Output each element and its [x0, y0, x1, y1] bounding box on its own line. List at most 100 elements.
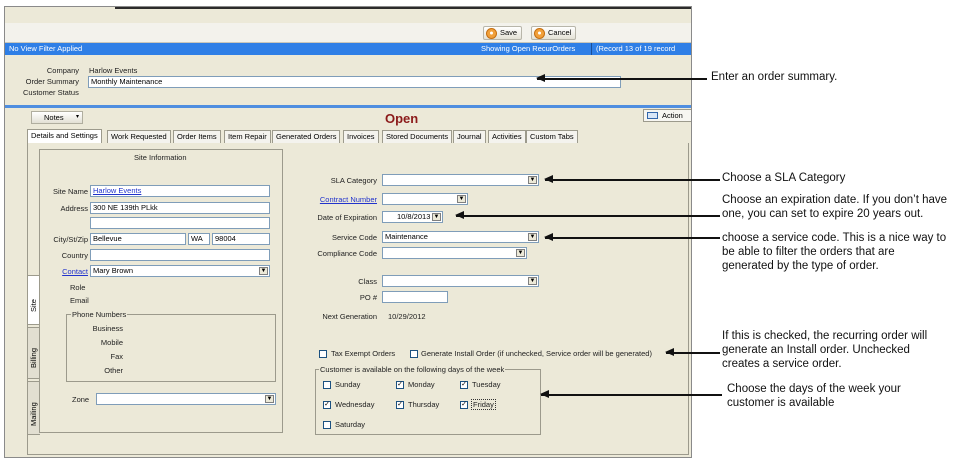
saturday-checkbox[interactable]	[323, 421, 331, 429]
note-install-1: If this is checked, the recurring order …	[722, 330, 928, 342]
contact-select[interactable]: Mary Brown ▼	[90, 265, 270, 277]
zip-field[interactable]: 98004	[212, 233, 270, 245]
toolbar: ● Save ● Cancel	[5, 23, 691, 43]
chevron-down-icon: ▼	[528, 233, 537, 241]
site-name-field[interactable]: Harlow Events	[90, 185, 270, 197]
address-label: Address	[60, 204, 88, 213]
address-line1-field[interactable]: 300 NE 139th PLkk	[90, 202, 270, 214]
action-icon	[647, 112, 658, 119]
note-service-3: generated by the type of order.	[722, 260, 879, 272]
contact-link[interactable]: Contact	[40, 267, 88, 276]
zone-select[interactable]: ▼	[96, 393, 276, 405]
note-expiration-2: one, you can set to expire 20 years out.	[722, 208, 924, 220]
country-label: Country	[61, 251, 88, 260]
email-label: Email	[70, 296, 89, 305]
note-expiration-1: Choose an expiration date. If you don’t …	[722, 194, 948, 206]
tab-details-and-settings[interactable]: Details and Settings	[27, 129, 102, 143]
saturday-label: Saturday	[335, 420, 366, 429]
save-icon: ●	[486, 28, 497, 39]
chevron-down-icon: ▾	[76, 114, 80, 120]
chevron-down-icon: ▼	[457, 195, 466, 203]
wednesday-label: Wednesday	[335, 400, 375, 409]
tab-work-requested[interactable]: Work Requested	[107, 130, 171, 143]
country-field[interactable]	[90, 249, 270, 261]
friday-label: Friday	[471, 399, 496, 410]
note-service-2: be able to filter the orders that are	[722, 246, 895, 258]
action-button[interactable]: Action	[643, 109, 691, 122]
class-select[interactable]: ▼	[382, 275, 539, 287]
arrow-summary	[536, 74, 707, 82]
arrow-install-order	[665, 348, 720, 356]
arrow-sla	[544, 175, 720, 183]
generate-install-order-checkbox[interactable]	[410, 350, 418, 358]
cancel-button[interactable]: ● Cancel	[531, 26, 577, 40]
chevron-down-icon: ▼	[528, 277, 537, 285]
order-summary-label: Order Summary	[25, 77, 79, 86]
tab-stored-documents[interactable]: Stored Documents	[382, 130, 453, 143]
site-information-group: Site Information Site Name Harlow Events…	[39, 149, 283, 433]
tab-generated-orders[interactable]: Generated Orders	[272, 130, 341, 143]
note-install-2: generate an Install order. Unchecked	[722, 344, 910, 356]
order-header: Company Harlow Events Order Summary Mont…	[5, 55, 691, 105]
fax-label: Fax	[110, 352, 123, 361]
notes-dropdown[interactable]: Notes ▾	[31, 111, 83, 124]
note-days-1: Choose the days of the week your	[727, 383, 901, 395]
next-generation-value: 10/29/2012	[388, 312, 426, 321]
address-line2-field[interactable]	[90, 217, 270, 229]
site-information-title: Site Information	[134, 153, 187, 162]
city-label: City/St/Zip	[53, 235, 88, 244]
save-button[interactable]: ● Save	[483, 26, 523, 40]
arrow-expiration	[455, 211, 720, 219]
note-days-2: customer is available	[727, 397, 835, 409]
company-value: Harlow Events	[89, 66, 138, 75]
city-field[interactable]: Bellevue	[90, 233, 186, 245]
sunday-checkbox[interactable]	[323, 381, 331, 389]
next-generation-label: Next Generation	[322, 312, 377, 321]
chevron-down-icon: ▼	[432, 213, 441, 221]
note-service-1: choose a service code. This is a nice wa…	[722, 232, 947, 244]
order-status-title: Open	[385, 111, 419, 126]
available-days-label: Customer is available on the following d…	[319, 365, 506, 374]
other-label: Other	[104, 366, 123, 375]
company-label: Company	[46, 66, 79, 75]
application-window: ● Save ● Cancel No View Filter Applied S…	[4, 6, 692, 458]
record-count: (Record 13 of 19 record	[596, 44, 676, 53]
service-code-select[interactable]: Maintenance ▼	[382, 231, 539, 243]
monday-label: Monday	[408, 380, 435, 389]
arrow-days	[540, 390, 722, 398]
tax-exempt-checkbox[interactable]	[319, 350, 327, 358]
header-splitter[interactable]	[5, 105, 691, 108]
arrow-service-code	[544, 233, 720, 241]
state-field[interactable]: WA	[188, 233, 210, 245]
sla-category-select[interactable]: ▼	[382, 174, 539, 186]
tuesday-checkbox[interactable]: ✓	[460, 381, 468, 389]
tab-order-items[interactable]: Order Items	[173, 130, 221, 143]
tab-custom-tabs[interactable]: Custom Tabs	[526, 130, 578, 143]
tab-item-repair[interactable]: Item Repair	[224, 130, 271, 143]
po-number-field[interactable]	[382, 291, 448, 303]
status-divider	[591, 43, 592, 55]
compliance-code-select[interactable]: ▼	[382, 247, 527, 259]
sla-category-label: SLA Category	[330, 176, 377, 185]
po-number-label: PO #	[359, 293, 377, 302]
note-order-summary: Enter an order summary.	[711, 71, 838, 83]
wednesday-checkbox[interactable]: ✓	[323, 401, 331, 409]
customer-status-label: Customer Status	[23, 88, 79, 97]
tab-journal[interactable]: Journal	[453, 130, 486, 143]
contract-number-link[interactable]: Contract Number	[295, 195, 377, 204]
tab-invoices[interactable]: Invoices	[343, 130, 379, 143]
thursday-label: Thursday	[408, 400, 440, 409]
chevron-down-icon: ▼	[528, 176, 537, 184]
tab-activities[interactable]: Activities	[488, 130, 526, 143]
generate-install-order-label: Generate Install Order (if unchecked, Se…	[421, 349, 652, 358]
class-label: Class	[358, 277, 377, 286]
friday-checkbox[interactable]: ✓	[460, 401, 468, 409]
expiration-date-picker[interactable]: 10/8/2013 ▼	[382, 211, 443, 223]
thursday-checkbox[interactable]: ✓	[396, 401, 404, 409]
top-divider	[115, 7, 691, 9]
monday-checkbox[interactable]: ✓	[396, 381, 404, 389]
note-sla-category: Choose a SLA Category	[722, 172, 846, 184]
tuesday-label: Tuesday	[472, 380, 501, 389]
contract-number-select[interactable]: ▼	[382, 193, 468, 205]
chevron-down-icon: ▼	[265, 395, 274, 403]
